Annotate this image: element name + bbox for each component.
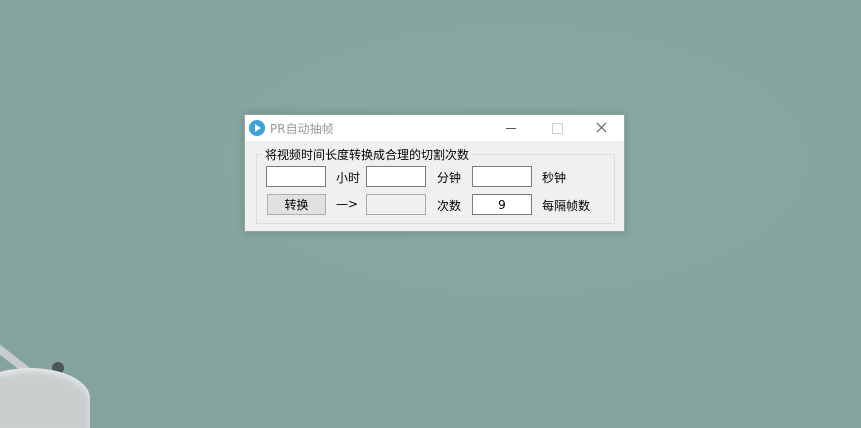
- arrow-label: —>: [336, 197, 359, 211]
- play-icon: [249, 120, 265, 136]
- title-bar[interactable]: PR自动抽帧: [245, 115, 624, 141]
- hours-input[interactable]: [266, 166, 326, 187]
- result-input[interactable]: [366, 194, 426, 215]
- app-window: PR自动抽帧 将视频时间长度转换成合理的切割次数 小时 分钟 秒钟 转换 —> …: [244, 114, 625, 232]
- close-icon[interactable]: [578, 115, 624, 141]
- convert-button[interactable]: 转换: [267, 194, 326, 215]
- minimize-icon[interactable]: [488, 115, 534, 141]
- interval-frames-label: 每隔帧数: [542, 199, 591, 213]
- groupbox-legend: 将视频时间长度转换成合理的切割次数: [262, 146, 473, 163]
- minutes-label: 分钟: [437, 171, 462, 185]
- maximize-icon[interactable]: [534, 115, 580, 141]
- seconds-label: 秒钟: [542, 171, 567, 185]
- interval-frames-input[interactable]: [472, 194, 532, 215]
- seconds-input[interactable]: [472, 166, 532, 187]
- hours-label: 小时: [336, 171, 361, 185]
- result-label: 次数: [437, 199, 462, 213]
- window-title: PR自动抽帧: [270, 122, 334, 136]
- minutes-input[interactable]: [366, 166, 426, 187]
